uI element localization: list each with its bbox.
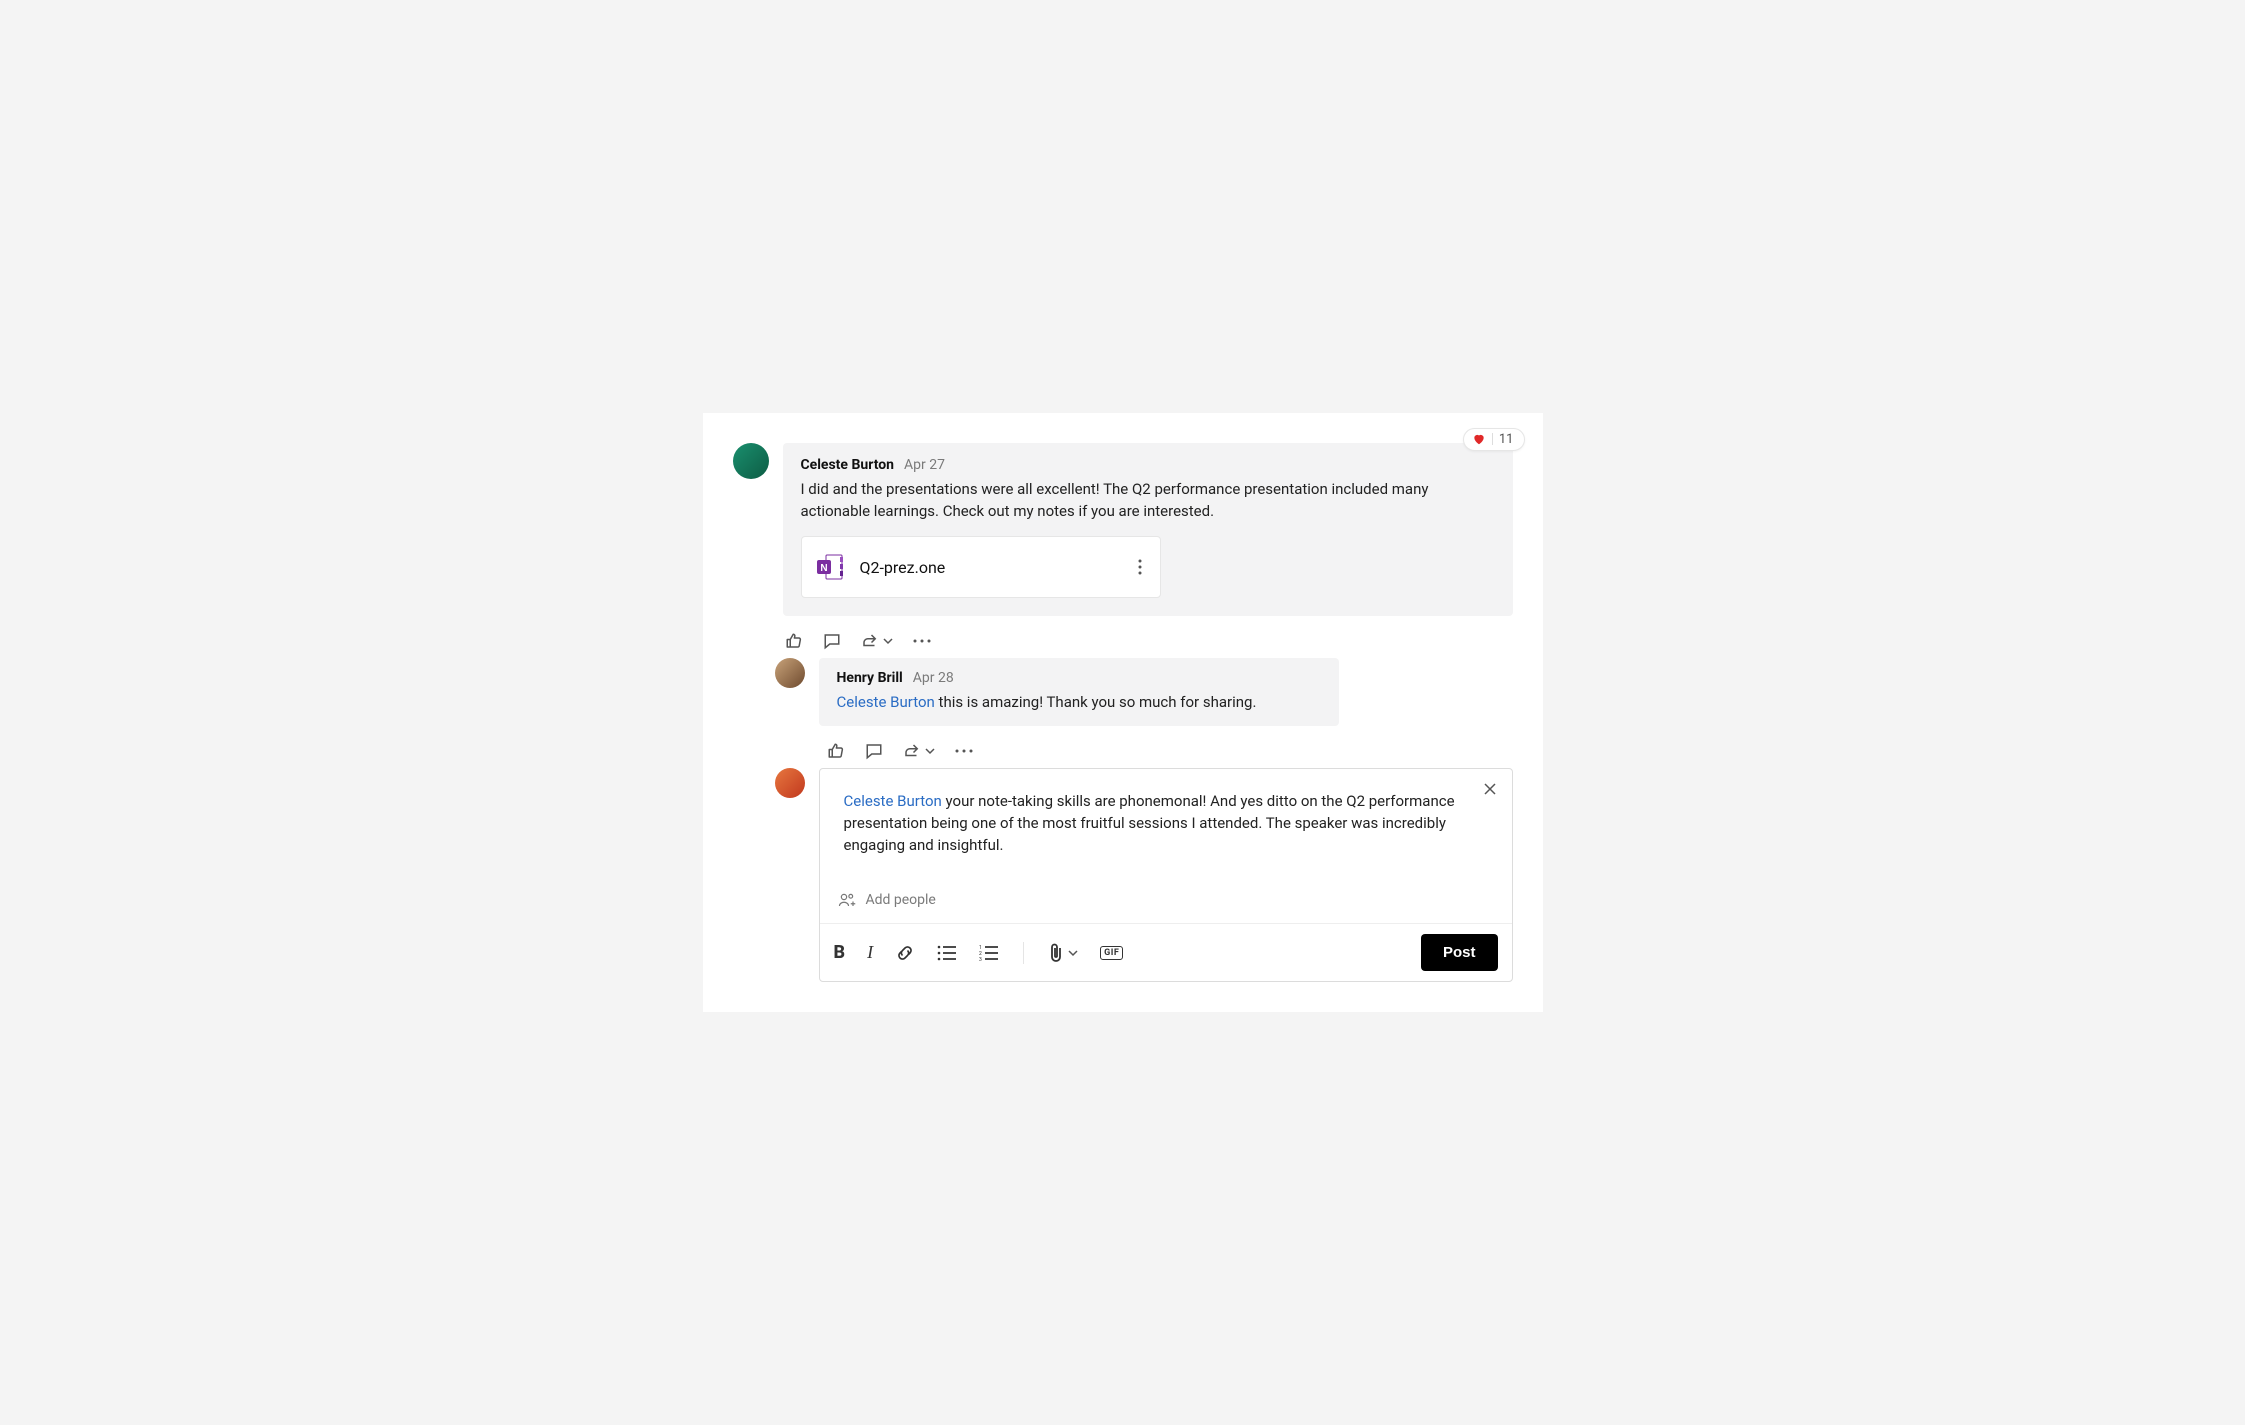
avatar[interactable] <box>775 768 805 798</box>
post-date: Apr 27 <box>904 457 945 473</box>
post-date: Apr 28 <box>913 670 954 686</box>
reply-body: Celeste Burton this is amazing! Thank yo… <box>837 692 1321 714</box>
post-bubble: Celeste Burton Apr 27 I did and the pres… <box>783 443 1513 617</box>
reply-actions <box>733 734 1513 768</box>
author-name[interactable]: Henry Brill <box>837 670 903 686</box>
reply-bubble: Henry Brill Apr 28 Celeste Burton this i… <box>819 658 1339 726</box>
conversation-card: 11 Celeste Burton Apr 27 I did and the p… <box>703 413 1543 1012</box>
post-header: Celeste Burton Apr 27 <box>801 457 1495 473</box>
comment-button[interactable] <box>823 632 841 650</box>
post: Celeste Burton Apr 27 I did and the pres… <box>733 443 1513 617</box>
reply-composer: Celeste Burton your note-taking skills a… <box>819 768 1513 982</box>
reply-text: this is amazing! Thank you so much for s… <box>935 693 1257 711</box>
like-button[interactable] <box>785 632 803 650</box>
avatar[interactable] <box>775 658 805 688</box>
more-button[interactable] <box>955 749 973 753</box>
author-name[interactable]: Celeste Burton <box>801 457 895 473</box>
add-people-button[interactable]: Add people <box>820 881 1512 923</box>
toolbar-separator <box>1023 942 1024 964</box>
user-mention[interactable]: Celeste Burton <box>837 693 935 711</box>
bold-button[interactable]: B <box>834 942 846 963</box>
share-button[interactable] <box>861 632 893 650</box>
reply-post: Henry Brill Apr 28 Celeste Burton this i… <box>733 658 1513 726</box>
close-composer-button[interactable] <box>1480 779 1500 799</box>
avatar[interactable] <box>733 443 769 479</box>
composer-textarea[interactable]: Celeste Burton your note-taking skills a… <box>844 791 1488 871</box>
bulleted-list-button[interactable] <box>937 944 957 962</box>
italic-button[interactable]: I <box>867 942 873 963</box>
chevron-down-icon <box>925 746 935 756</box>
user-mention[interactable]: Celeste Burton <box>844 792 942 810</box>
post-actions <box>733 624 1513 658</box>
more-button[interactable] <box>913 639 931 643</box>
heart-icon <box>1472 432 1486 446</box>
svg-text:3: 3 <box>979 957 982 962</box>
gif-button[interactable]: GIF <box>1100 946 1123 960</box>
composer-toolbar: B I 123 GIF <box>820 923 1512 981</box>
attachment-card[interactable]: N Q2-prez.one <box>801 536 1161 598</box>
comment-button[interactable] <box>865 742 883 760</box>
numbered-list-button[interactable]: 123 <box>979 944 999 962</box>
reaction-count: 11 <box>1499 432 1514 447</box>
chevron-down-icon <box>1068 948 1078 958</box>
post-button[interactable]: Post <box>1421 934 1498 971</box>
share-button[interactable] <box>903 742 935 760</box>
onenote-icon: N <box>814 551 846 583</box>
post-body: I did and the presentations were all exc… <box>801 479 1495 523</box>
attach-button[interactable] <box>1048 943 1078 963</box>
link-button[interactable] <box>895 943 915 963</box>
like-button[interactable] <box>827 742 845 760</box>
attachment-more-icon[interactable] <box>1132 555 1148 579</box>
reaction-divider <box>1492 433 1493 445</box>
composer-row: Celeste Burton your note-taking skills a… <box>733 768 1513 982</box>
chevron-down-icon <box>883 636 893 646</box>
attachment-filename: Q2-prez.one <box>860 558 1118 577</box>
add-people-label: Add people <box>866 892 936 908</box>
svg-text:N: N <box>820 563 827 574</box>
reaction-pill[interactable]: 11 <box>1463 428 1525 451</box>
add-people-icon <box>838 891 856 909</box>
reply-header: Henry Brill Apr 28 <box>837 670 1321 686</box>
